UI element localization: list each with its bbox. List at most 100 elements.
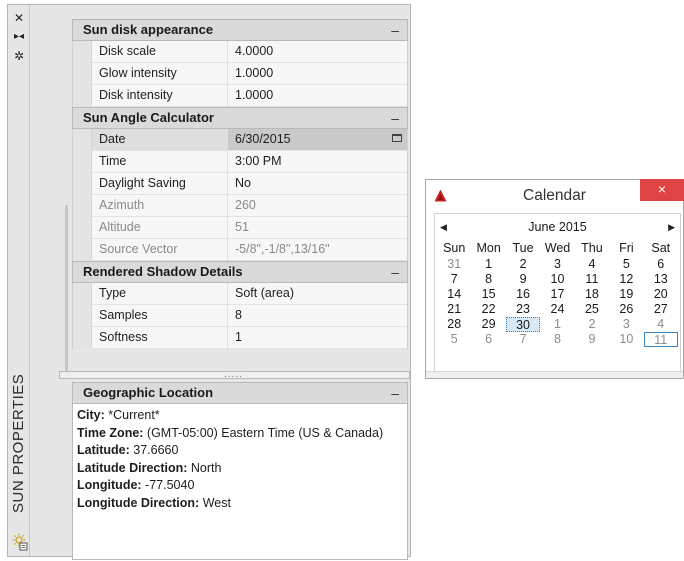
calendar-day[interactable]: 8 <box>540 332 574 347</box>
property-row-date[interactable]: Date 6/30/2015 <box>73 129 407 151</box>
calendar-day[interactable]: 3 <box>540 257 574 272</box>
calendar-day[interactable]: 12 <box>609 272 643 287</box>
property-value[interactable]: 1.0000 <box>228 85 407 106</box>
date-field[interactable]: 6/30/2015 <box>228 129 407 150</box>
geo-value: West <box>199 495 231 510</box>
calendar-nav: ◀ June 2015 ▶ <box>435 214 680 240</box>
property-row: Source Vector -5/8",-1/8",13/16" <box>73 239 407 261</box>
property-value[interactable]: 4.0000 <box>228 41 407 62</box>
calendar-day[interactable]: 4 <box>575 257 609 272</box>
close-icon[interactable]: ✕ <box>11 11 27 25</box>
property-value[interactable]: No <box>228 173 407 194</box>
auto-hide-icon[interactable]: ▸◂ <box>11 30 27 44</box>
calendar-picker-icon[interactable] <box>392 134 402 142</box>
scrollbar[interactable] <box>65 205 68 375</box>
calendar-day[interactable]: 11 <box>575 272 609 287</box>
calendar-day[interactable]: 1 <box>471 257 505 272</box>
geo-label: Longitude: <box>77 478 142 492</box>
geo-line: Longitude: -77.5040 <box>77 477 403 495</box>
calendar-day[interactable]: 10 <box>609 332 643 347</box>
collapse-icon[interactable]: – <box>391 108 399 128</box>
calendar-day[interactable]: 19 <box>609 287 643 302</box>
collapse-icon[interactable]: – <box>391 20 399 40</box>
geo-label: Longitude Direction: <box>77 495 200 510</box>
property-value: 51 <box>235 220 249 234</box>
today-day[interactable]: 11 <box>643 332 678 347</box>
calendar-day[interactable]: 23 <box>506 302 540 317</box>
calendar-day[interactable]: 5 <box>609 257 643 272</box>
calendar-day[interactable]: 6 <box>644 257 678 272</box>
calendar-day[interactable]: 3 <box>609 317 643 332</box>
sun-properties-palette: ✕ ▸◂ ✲ SUN PROPERTIES Sun disk appearanc… <box>7 4 411 560</box>
property-value[interactable]: 1.0000 <box>228 63 407 84</box>
calendar-day[interactable]: 25 <box>575 302 609 317</box>
geo-line: Latitude: 37.6660 <box>77 442 403 460</box>
section-header-rendered-shadow[interactable]: Rendered Shadow Details – <box>72 261 408 283</box>
calendar-day[interactable]: 31 <box>437 257 471 272</box>
properties-icon[interactable]: ✲ <box>11 49 27 63</box>
calendar-day[interactable]: 7 <box>506 332 540 347</box>
property-value[interactable]: 1 <box>228 327 407 348</box>
close-button[interactable]: × <box>640 179 684 201</box>
section-header-geographic-location[interactable]: Geographic Location – <box>72 382 408 404</box>
geo-line: Longitude Direction: West <box>77 495 403 513</box>
geo-value: North <box>187 460 222 475</box>
calendar-day[interactable]: 1 <box>540 317 574 332</box>
calendar-day[interactable]: 8 <box>471 272 505 287</box>
calendar-day[interactable]: 16 <box>506 287 540 302</box>
property-row[interactable]: Samples 8 <box>73 305 407 327</box>
calendar-day[interactable]: 9 <box>506 272 540 287</box>
calendar-day[interactable]: 10 <box>540 272 574 287</box>
calendar-day[interactable]: 21 <box>437 302 471 317</box>
section-header-sun-disk[interactable]: Sun disk appearance – <box>72 19 408 41</box>
calendar-day[interactable]: 4 <box>644 317 678 332</box>
calendar-day[interactable]: 20 <box>644 287 678 302</box>
calendar-day[interactable]: 17 <box>540 287 574 302</box>
month-label[interactable]: June 2015 <box>528 220 586 234</box>
next-month-icon[interactable]: ▶ <box>668 214 675 240</box>
property-value[interactable]: 3:00 PM <box>228 151 407 172</box>
panel-splitter[interactable]: ..... <box>59 369 410 380</box>
calendar-day[interactable]: 15 <box>471 287 505 302</box>
property-name: Time <box>92 151 228 172</box>
geo-label: Latitude Direction: <box>77 460 188 475</box>
calendar-day[interactable]: 22 <box>471 302 505 317</box>
collapse-icon[interactable]: – <box>391 383 399 403</box>
property-value[interactable]: Soft (area) <box>228 283 407 304</box>
weekday-header: Tue <box>512 241 534 255</box>
section-title: Geographic Location <box>83 385 214 400</box>
calendar-day[interactable]: 18 <box>575 287 609 302</box>
geographic-location-details: City: *Current* Time Zone: (GMT-05:00) E… <box>72 404 408 560</box>
prev-month-icon[interactable]: ◀ <box>440 214 447 240</box>
sun-properties-icon <box>12 533 28 551</box>
calendar-day[interactable]: 5 <box>437 332 471 347</box>
calendar-day[interactable]: 13 <box>644 272 678 287</box>
selected-day[interactable]: 30 <box>505 317 541 332</box>
collapse-icon[interactable]: – <box>391 262 399 282</box>
calendar-day[interactable]: 9 <box>575 332 609 347</box>
property-row: Altitude 51 <box>73 217 407 239</box>
property-row[interactable]: Type Soft (area) <box>73 283 407 305</box>
calendar-day[interactable]: 7 <box>437 272 471 287</box>
property-table-shadow: Type Soft (area) Samples 8 Softness 1 <box>72 283 408 349</box>
calendar-day[interactable]: 6 <box>471 332 505 347</box>
calendar-day[interactable]: 2 <box>575 317 609 332</box>
property-row[interactable]: Disk scale 4.0000 <box>73 41 407 63</box>
calendar-day[interactable]: 28 <box>437 317 471 332</box>
section-header-sun-angle-calculator[interactable]: Sun Angle Calculator – <box>72 107 408 129</box>
property-row[interactable]: Daylight Saving No <box>73 173 407 195</box>
calendar-day[interactable]: 27 <box>644 302 678 317</box>
calendar-day[interactable]: 24 <box>540 302 574 317</box>
property-row[interactable]: Time 3:00 PM <box>73 151 407 173</box>
property-row[interactable]: Softness 1 <box>73 327 407 349</box>
calendar-day[interactable]: 29 <box>471 317 505 332</box>
calendar-day[interactable]: 14 <box>437 287 471 302</box>
property-row[interactable]: Glow intensity 1.0000 <box>73 63 407 85</box>
calendar-title-bar[interactable]: Calendar × <box>426 179 684 212</box>
splitter-grip[interactable]: ..... <box>224 369 243 380</box>
calendar-day[interactable]: 2 <box>506 257 540 272</box>
calendar-day[interactable]: 26 <box>609 302 643 317</box>
property-value[interactable]: 8 <box>228 305 407 326</box>
palette-title-strip: ✕ ▸◂ ✲ SUN PROPERTIES <box>8 5 30 556</box>
property-row[interactable]: Disk intensity 1.0000 <box>73 85 407 107</box>
